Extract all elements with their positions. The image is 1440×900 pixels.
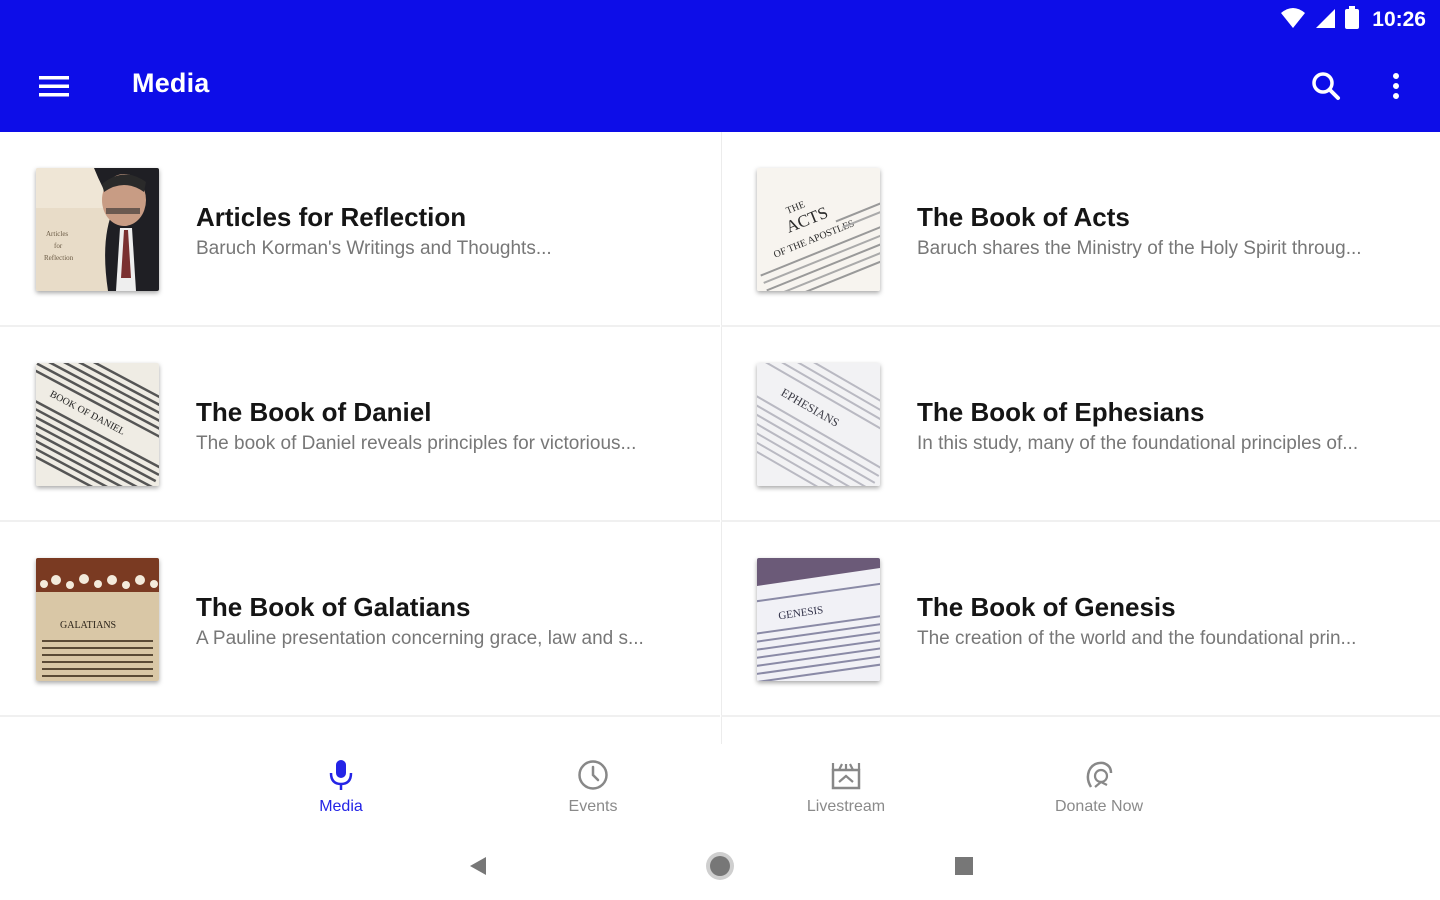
media-item-book-of-ephesians[interactable]: EPHESIANS The Book of Ephesians In this … (721, 327, 1440, 522)
status-bar: 10:26 (1280, 5, 1426, 35)
thumbnail-daniel: BOOK OF DANIEL (36, 363, 159, 486)
menu-icon (39, 76, 69, 97)
system-back-button[interactable] (458, 846, 498, 886)
thumbnail-articles: Articles for Reflection (36, 168, 159, 291)
system-recents-button[interactable] (944, 846, 984, 886)
signal-icon (1314, 7, 1336, 34)
thumbnail-ephesians: EPHESIANS (757, 363, 880, 486)
item-subtitle: The creation of the world and the founda… (917, 628, 1357, 649)
item-subtitle: The book of Daniel reveals principles fo… (196, 433, 637, 454)
item-title: The Book of Acts (917, 202, 1130, 232)
back-icon (470, 857, 486, 875)
system-navigation-bar (0, 828, 1440, 900)
media-grid: Articles for Reflection Articles for Ref… (0, 132, 1440, 744)
bottom-navigation: Media Events Livestream Donate Now (0, 744, 1440, 828)
item-title: The Book of Galatians (196, 592, 471, 622)
media-item-book-of-daniel[interactable]: BOOK OF DANIEL The Book of Daniel The bo… (0, 327, 720, 522)
media-item-articles-for-reflection[interactable]: Articles for Reflection Articles for Ref… (0, 132, 720, 327)
clock-icon (577, 758, 609, 792)
wifi-icon (1280, 7, 1306, 34)
media-item-book-of-galatians[interactable]: GALATIANS The Book of Galatians A Paulin… (0, 522, 720, 717)
item-subtitle: Baruch Korman's Writings and Thoughts... (196, 238, 552, 259)
nav-label: Livestream (806, 798, 886, 815)
item-subtitle: In this study, many of the foundational … (917, 433, 1359, 454)
home-icon (706, 852, 734, 880)
more-options-button[interactable] (1372, 62, 1420, 110)
status-time: 10:26 (1372, 8, 1426, 31)
thumb-text-galatians: GALATIANS (60, 620, 116, 631)
system-home-button[interactable] (700, 846, 740, 886)
battery-icon (1344, 5, 1360, 35)
app-bar: 10:26 Media (0, 0, 1440, 132)
nav-donate[interactable]: Donate Now (1019, 744, 1179, 828)
donate-icon (1083, 758, 1115, 792)
media-item-book-of-acts[interactable]: THE ACTS OF THE APOSTLES The Book of Act… (721, 132, 1440, 327)
row-divider (0, 715, 720, 717)
toolbar: Media (0, 52, 1440, 118)
item-title: The Book of Ephesians (917, 397, 1205, 427)
nav-livestream[interactable]: Livestream (766, 744, 926, 828)
recents-icon (955, 857, 973, 875)
item-subtitle: Baruch shares the Ministry of the Holy S… (917, 238, 1362, 259)
nav-label: Events (568, 798, 618, 815)
nav-label: Media (319, 798, 363, 815)
media-item-book-of-genesis[interactable]: GENESIS The Book of Genesis The creation… (721, 522, 1440, 717)
search-icon (1312, 72, 1340, 100)
item-subtitle: A Pauline presentation concerning grace,… (196, 628, 644, 649)
nav-label: Donate Now (1054, 798, 1144, 815)
item-title: Articles for Reflection (196, 202, 467, 232)
page-title: Media (132, 68, 210, 98)
item-title: The Book of Daniel (196, 397, 432, 427)
search-button[interactable] (1302, 62, 1350, 110)
thumb-text-line1: Articles (46, 230, 68, 238)
mic-icon (329, 758, 353, 792)
nav-events[interactable]: Events (513, 744, 673, 828)
thumb-text-line2: for (54, 242, 63, 250)
livestream-icon (831, 758, 861, 792)
row-divider (721, 715, 1440, 717)
thumbnail-galatians: GALATIANS (36, 558, 159, 681)
item-title: The Book of Genesis (917, 592, 1176, 622)
thumb-text-line3: Reflection (44, 254, 74, 262)
nav-media[interactable]: Media (261, 744, 421, 828)
more-vert-icon (1393, 73, 1399, 99)
thumbnail-genesis: GENESIS (757, 558, 880, 681)
thumbnail-acts: THE ACTS OF THE APOSTLES (757, 168, 880, 291)
menu-button[interactable] (26, 66, 82, 106)
